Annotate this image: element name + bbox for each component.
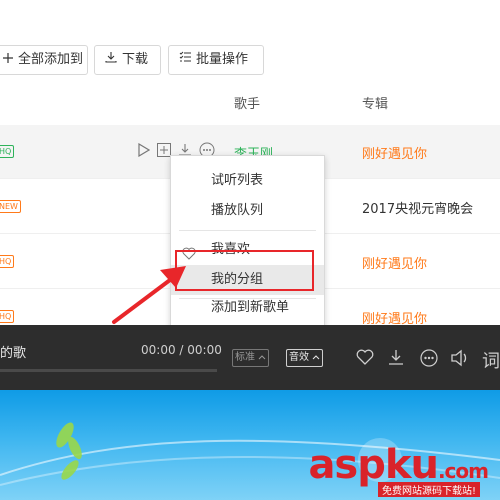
heart-icon[interactable]: [356, 349, 374, 369]
more-icon[interactable]: [420, 349, 438, 371]
chevron-up-icon: [312, 355, 320, 360]
now-playing-title: 的歌: [0, 346, 27, 361]
volume-icon[interactable]: [450, 349, 470, 371]
quality-label: 标准: [235, 352, 255, 363]
chevron-up-icon: [258, 355, 266, 360]
music-app-window: 全部添加到 下载 批量操作 歌手 专辑 HQ 刚好遇见你 NEW 2017央视元…: [0, 0, 500, 390]
lyrics-button[interactable]: 词: [482, 347, 500, 373]
sound-effect-toggle[interactable]: 音效: [286, 349, 324, 367]
download-icon[interactable]: [388, 349, 404, 370]
player-bar: 的歌 00:00 / 00:00 标准 音效 词: [0, 325, 500, 390]
quality-toggle[interactable]: 标准: [232, 349, 270, 367]
sound-effect-label: 音效: [289, 352, 309, 363]
desktop-wallpaper: aspku.com 免费网站源码下载站!: [0, 390, 500, 500]
progress-bar[interactable]: [0, 369, 217, 372]
watermark-domain: .com: [437, 459, 489, 483]
watermark-subtitle: 免费网站源码下载站!: [377, 482, 480, 497]
playback-time: 00:00 / 00:00: [141, 343, 222, 357]
